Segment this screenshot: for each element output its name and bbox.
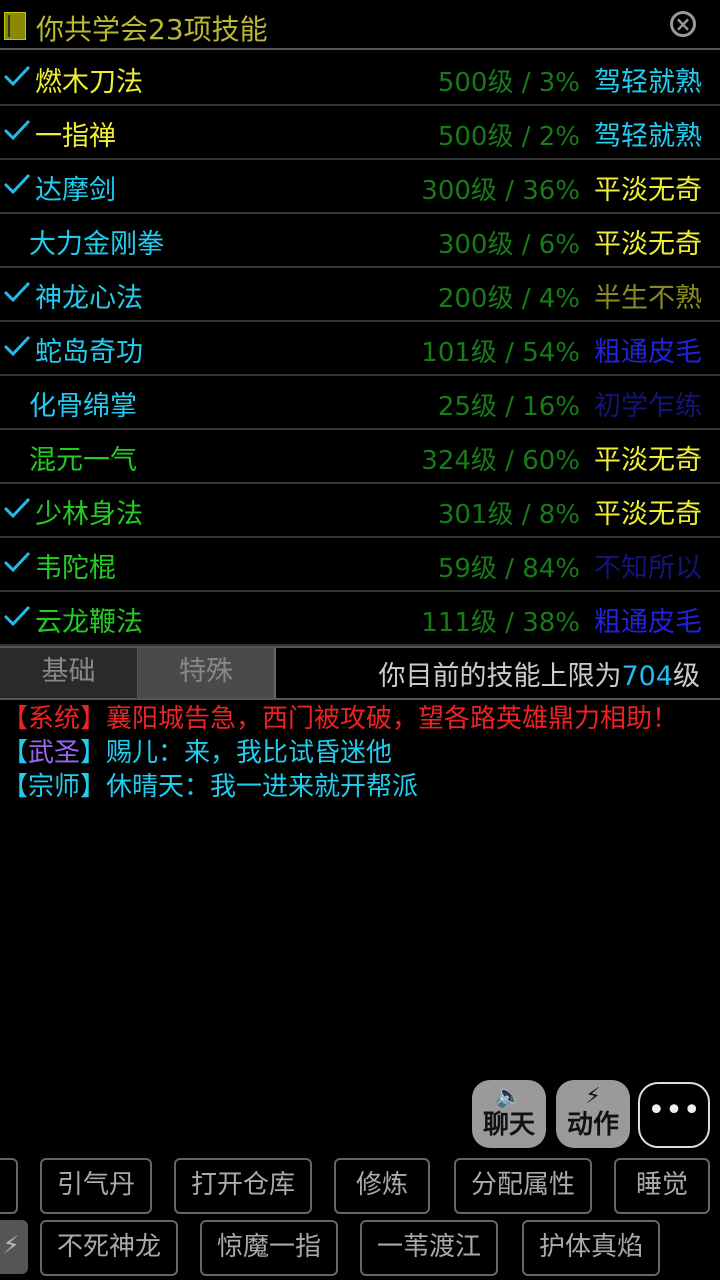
lightning-side-icon[interactable]: ⚡ [0, 1220, 28, 1274]
check-icon [3, 335, 31, 357]
chat-text: 襄阳城告急，西门被攻破，望各路英雄鼎力相助！ [106, 704, 679, 734]
check-icon [3, 281, 31, 303]
skill-row[interactable]: 蛇岛奇功 101级 / 54% 粗通皮毛 [0, 322, 720, 376]
skill-name: 一指禅 [35, 121, 116, 152]
skill-rank: 初学乍练 [594, 391, 702, 422]
skill-level: 111级 / 38% [421, 608, 580, 638]
more-icon[interactable]: ••• [638, 1082, 710, 1148]
skill-name: 混元一气 [29, 445, 137, 476]
check-icon [3, 119, 31, 141]
header-title: 你共学会23项技能 [36, 13, 268, 46]
skill-name: 云龙鞭法 [35, 607, 143, 638]
skill-list: 燃木刀法 500级 / 3% 驾轻就熟 一指禅 500级 / 2% 驾轻就熟 达摩剑 300级… [0, 52, 720, 646]
skill-level: 25级 / 16% [437, 392, 580, 422]
skill-name: 韦陀棍 [35, 553, 116, 584]
chat-line: 【系统】襄阳城告急，西门被攻破，望各路英雄鼎力相助！ [2, 702, 702, 736]
chat-tag: 【系统】 [2, 704, 107, 734]
bracket: 】 [80, 738, 107, 768]
skill-rank: 驾轻就熟 [594, 67, 702, 98]
chat-tag: 武圣 [28, 738, 81, 768]
skill-level: 101级 / 54% [421, 338, 580, 368]
skill-row[interactable]: 达摩剑 300级 / 36% 平淡无奇 [0, 160, 720, 214]
chat-log: 【系统】襄阳城告急，西门被攻破，望各路英雄鼎力相助！ 【武圣】赐儿：来，我比试昏迷… [2, 702, 702, 804]
skill-name: 神龙心法 [35, 283, 143, 314]
skill-rank: 粗通皮毛 [594, 337, 702, 368]
tab-special[interactable]: 特殊 [138, 648, 276, 698]
skill-row[interactable]: 混元一气 324级 / 60% 平淡无奇 [0, 430, 720, 484]
skill-level: 200级 / 4% [437, 284, 580, 314]
chat-text: 休晴天：我一进来就开帮派 [106, 772, 419, 802]
chat-button-label: 聊天 [482, 1110, 535, 1140]
quick-button[interactable]: 护体真焰 [522, 1220, 660, 1276]
chat-tag: 宗师 [28, 772, 81, 802]
chat-button[interactable]: 🔈 聊天 [472, 1080, 546, 1148]
skill-row[interactable]: 燃木刀法 500级 / 3% 驾轻就熟 [0, 52, 720, 106]
quick-button[interactable]: 打开仓库 [174, 1158, 312, 1214]
skill-rank: 驾轻就熟 [594, 121, 702, 152]
action-button[interactable]: ⚡ 动作 [556, 1080, 630, 1148]
check-icon [3, 173, 31, 195]
tab-basic[interactable]: 基础 [0, 648, 138, 698]
skill-limit: 你目前的技能上限为704级 [378, 654, 700, 693]
skill-name: 化骨绵掌 [29, 391, 137, 422]
skill-row[interactable]: 韦陀棍 59级 / 84% 不知所以 [0, 538, 720, 592]
quick-button[interactable]: 睡觉 [614, 1158, 710, 1214]
skill-row[interactable]: 云龙鞭法 111级 / 38% 粗通皮毛 [0, 592, 720, 646]
chat-line: 【武圣】赐儿：来，我比试昏迷他 [2, 736, 702, 770]
quick-button[interactable]: 一苇渡江 [360, 1220, 498, 1276]
skill-name: 达摩剑 [35, 175, 116, 206]
check-icon [3, 605, 31, 627]
quick-button[interactable]: 分配属性 [454, 1158, 592, 1214]
skill-level: 301级 / 8% [437, 500, 580, 530]
skill-rank: 平淡无奇 [594, 499, 702, 530]
skill-level: 500级 / 3% [437, 68, 580, 98]
skill-level: 300级 / 36% [421, 176, 580, 206]
skill-name: 燃木刀法 [35, 67, 143, 98]
skill-row[interactable]: 一指禅 500级 / 2% 驾轻就熟 [0, 106, 720, 160]
skills-header: 你共学会23项技能 × [0, 0, 720, 50]
skill-limit-prefix: 你目前的技能上限为 [378, 661, 622, 692]
skill-limit-suffix: 级 [673, 661, 700, 692]
skill-row[interactable]: 少林身法 301级 / 8% 平淡无奇 [0, 484, 720, 538]
bracket: 【 [2, 738, 29, 768]
quick-button-partial[interactable] [0, 1158, 18, 1214]
lightning-icon: ⚡ [585, 1084, 601, 1109]
book-icon [4, 12, 26, 40]
skill-row[interactable]: 大力金刚拳 300级 / 6% 平淡无奇 [0, 214, 720, 268]
chat-text: 赐儿：来，我比试昏迷他 [106, 738, 393, 768]
skill-level: 300级 / 6% [437, 230, 580, 260]
skill-rank: 粗通皮毛 [594, 607, 702, 638]
skill-rank: 半生不熟 [594, 283, 702, 314]
action-button-label: 动作 [566, 1110, 619, 1140]
skill-limit-value: 704 [621, 661, 673, 692]
quick-button[interactable]: 不死神龙 [40, 1220, 178, 1276]
skill-rank: 平淡无奇 [594, 445, 702, 476]
tab-bar: 基础 特殊 你目前的技能上限为704级 [0, 646, 720, 700]
quick-button[interactable]: 修炼 [334, 1158, 430, 1214]
skill-level: 500级 / 2% [437, 122, 580, 152]
close-icon[interactable]: × [670, 11, 696, 37]
skill-row[interactable]: 神龙心法 200级 / 4% 半生不熟 [0, 268, 720, 322]
skill-level: 324级 / 60% [421, 446, 580, 476]
check-icon [3, 65, 31, 87]
skill-name: 少林身法 [35, 499, 143, 530]
skill-level: 59级 / 84% [437, 554, 580, 584]
bracket: 【 [2, 772, 29, 802]
skill-name: 蛇岛奇功 [35, 337, 143, 368]
skill-row[interactable]: 化骨绵掌 25级 / 16% 初学乍练 [0, 376, 720, 430]
skill-name: 大力金刚拳 [29, 229, 164, 260]
bracket: 】 [80, 772, 107, 802]
check-icon [3, 551, 31, 573]
quick-button[interactable]: 引气丹 [40, 1158, 152, 1214]
quick-button[interactable]: 惊魔一指 [200, 1220, 338, 1276]
chat-line: 【宗师】休晴天：我一进来就开帮派 [2, 770, 702, 804]
skill-rank: 不知所以 [594, 553, 702, 584]
speaker-icon: 🔈 [495, 1084, 523, 1109]
skill-rank: 平淡无奇 [594, 175, 702, 206]
check-icon [3, 497, 31, 519]
skill-rank: 平淡无奇 [594, 229, 702, 260]
